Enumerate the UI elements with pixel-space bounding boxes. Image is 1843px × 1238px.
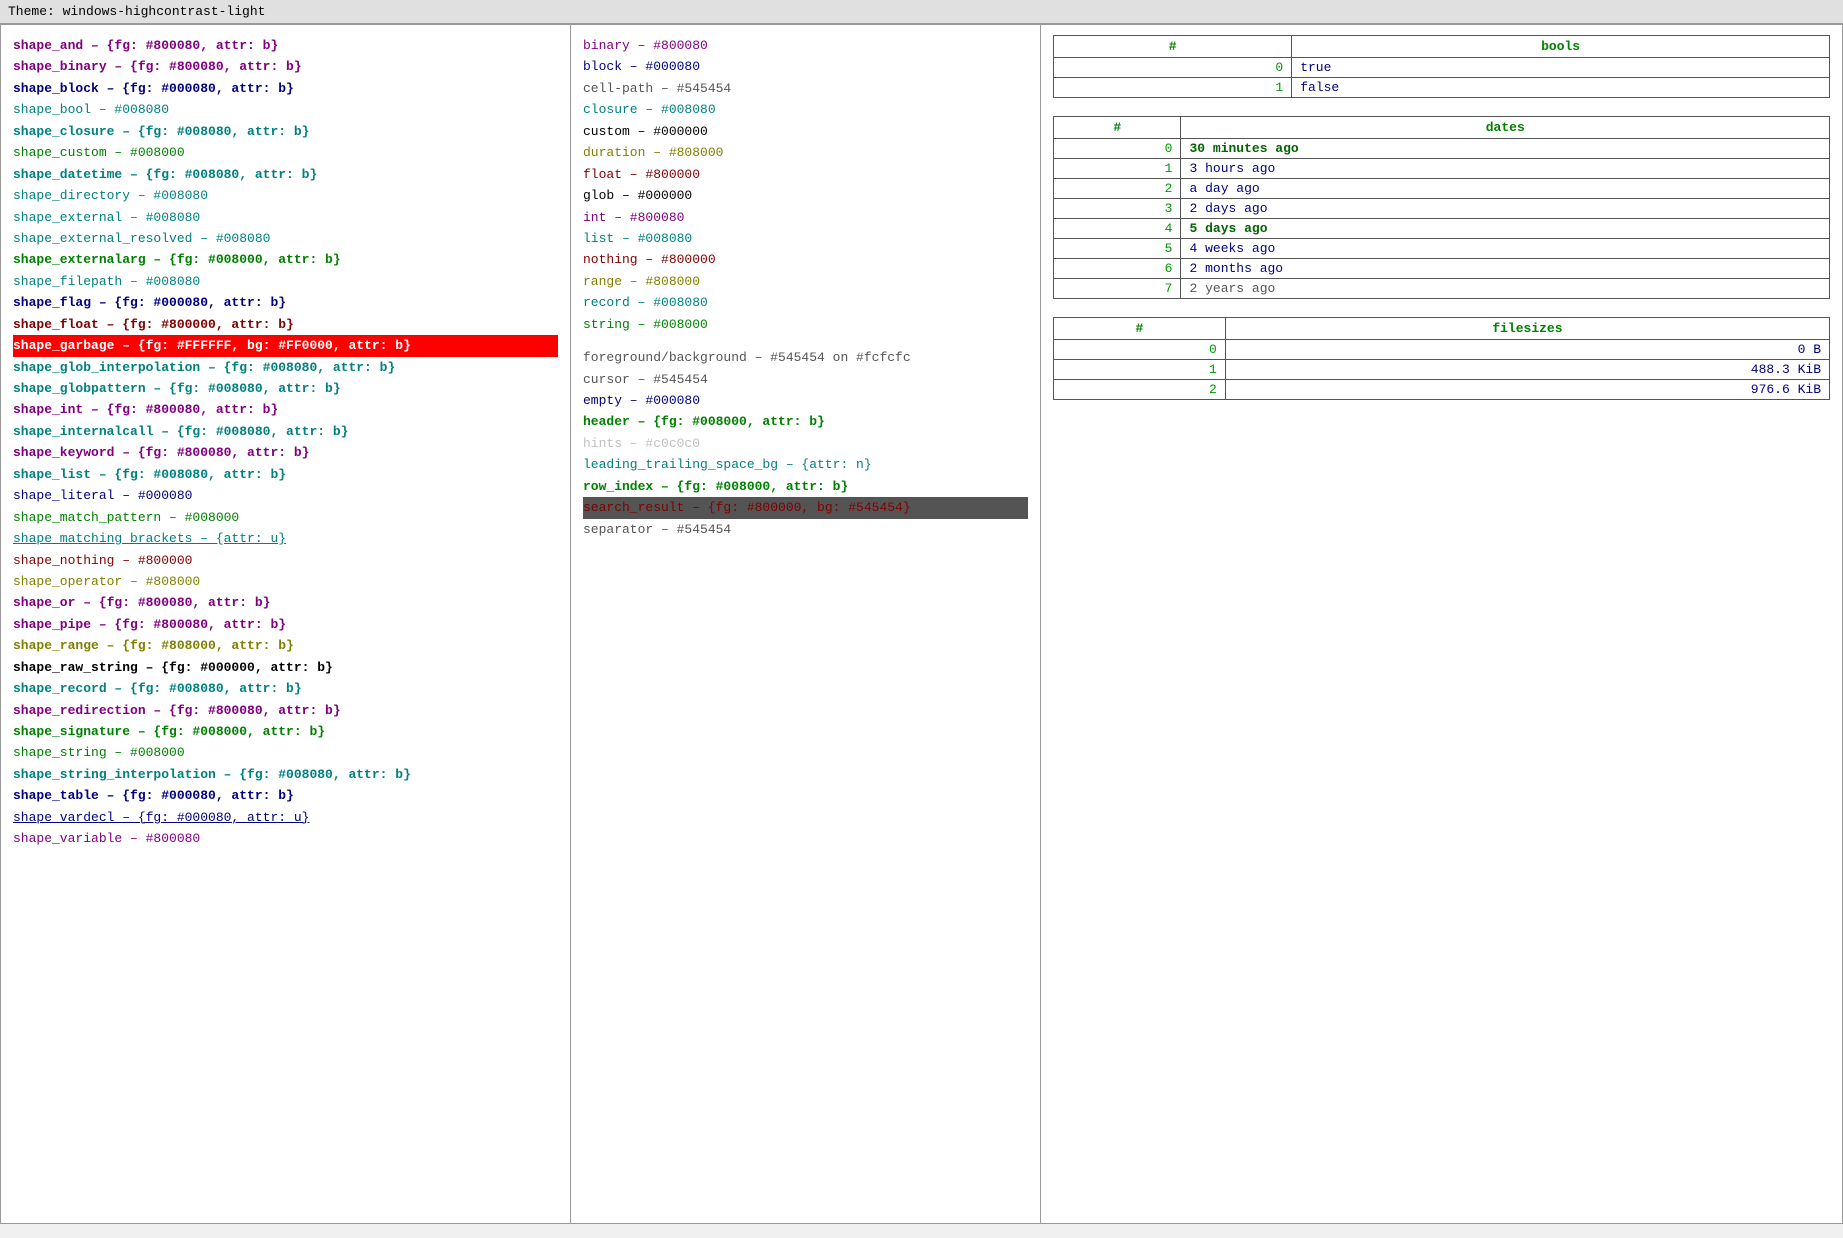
list-item: shape_closure – {fg: #008080, attr: b} (13, 121, 558, 142)
list-item: shape_float – {fg: #800000, attr: b} (13, 314, 558, 335)
list-item: binary – #800080 (583, 35, 1028, 56)
dates-val-header: dates (1181, 117, 1830, 139)
list-item: custom – #000000 (583, 121, 1028, 142)
list-item: shape_string – #008000 (13, 742, 558, 763)
bools-table-container: # bools 0true1false (1053, 35, 1830, 98)
list-item: shape_match_pattern – #008000 (13, 507, 558, 528)
table-row: 030 minutes ago (1054, 139, 1830, 159)
list-item: cursor – #545454 (583, 369, 1028, 390)
list-item: cell-path – #545454 (583, 78, 1028, 99)
list-item: float – #800000 (583, 164, 1028, 185)
list-item: range – #808000 (583, 271, 1028, 292)
dates-hash-header: # (1054, 117, 1181, 139)
list-item: shape_vardecl – {fg: #000080, attr: u} (13, 807, 558, 828)
table-row: 1false (1054, 78, 1830, 98)
list-item: shape_directory – #008080 (13, 185, 558, 206)
list-item: shape_binary – {fg: #800080, attr: b} (13, 56, 558, 77)
list-item: string – #008000 (583, 314, 1028, 335)
list-item: shape_table – {fg: #000080, attr: b} (13, 785, 558, 806)
list-item: shape_flag – {fg: #000080, attr: b} (13, 292, 558, 313)
list-item: shape_pipe – {fg: #800080, attr: b} (13, 614, 558, 635)
list-item: shape_block – {fg: #000080, attr: b} (13, 78, 558, 99)
list-item: shape_externalarg – {fg: #008000, attr: … (13, 249, 558, 270)
types-column: binary – #800080block – #000080cell-path… (571, 25, 1041, 1223)
theme-label: Theme: windows-highcontrast-light (0, 0, 1843, 24)
list-item: shape_datetime – {fg: #008080, attr: b} (13, 164, 558, 185)
filesizes-table: # filesizes 00 B1488.3 KiB2976.6 KiB (1053, 317, 1830, 400)
list-item: list – #008080 (583, 228, 1028, 249)
list-item: shape_record – {fg: #008080, attr: b} (13, 678, 558, 699)
dates-table-container: # dates 030 minutes ago13 hours ago2a da… (1053, 116, 1830, 299)
list-item: shape_raw_string – {fg: #000000, attr: b… (13, 657, 558, 678)
list-item: glob – #000000 (583, 185, 1028, 206)
list-item: shape_signature – {fg: #008000, attr: b} (13, 721, 558, 742)
list-item: record – #008080 (583, 292, 1028, 313)
table-row: 45 days ago (1054, 219, 1830, 239)
list-item: nothing – #800000 (583, 249, 1028, 270)
list-item: shape_custom – #008000 (13, 142, 558, 163)
list-item: closure – #008080 (583, 99, 1028, 120)
list-item: shape_list – {fg: #008080, attr: b} (13, 464, 558, 485)
list-item: header – {fg: #008000, attr: b} (583, 411, 1028, 432)
list-item: int – #800080 (583, 207, 1028, 228)
filesizes-table-container: # filesizes 00 B1488.3 KiB2976.6 KiB (1053, 317, 1830, 400)
list-item: shape_filepath – #008080 (13, 271, 558, 292)
list-item: shape_keyword – {fg: #800080, attr: b} (13, 442, 558, 463)
tables-column: # bools 0true1false # dates 030 minutes … (1041, 25, 1842, 1223)
table-row: 32 days ago (1054, 199, 1830, 219)
list-item: shape_glob_interpolation – {fg: #008080,… (13, 357, 558, 378)
table-row: 72 years ago (1054, 279, 1830, 299)
list-item: separator – #545454 (583, 519, 1028, 540)
list-item: search_result – {fg: #800000, bg: #54545… (583, 497, 1028, 518)
table-row: 2976.6 KiB (1054, 380, 1830, 400)
list-item: leading_trailing_space_bg – {attr: n} (583, 454, 1028, 475)
list-item: shape_external – #008080 (13, 207, 558, 228)
list-item: shape_literal – #000080 (13, 485, 558, 506)
bools-hash-header: # (1054, 36, 1292, 58)
list-item: shape_range – {fg: #808000, attr: b} (13, 635, 558, 656)
list-item: shape_garbage – {fg: #FFFFFF, bg: #FF000… (13, 335, 558, 356)
dates-table: # dates 030 minutes ago13 hours ago2a da… (1053, 116, 1830, 299)
list-item: hints – #c0c0c0 (583, 433, 1028, 454)
list-item: shape_redirection – {fg: #800080, attr: … (13, 700, 558, 721)
table-row: 2a day ago (1054, 179, 1830, 199)
list-item: shape_or – {fg: #800080, attr: b} (13, 592, 558, 613)
filesizes-val-header: filesizes (1225, 318, 1829, 340)
table-row: 00 B (1054, 340, 1830, 360)
filesizes-hash-header: # (1054, 318, 1226, 340)
list-item: shape_variable – #800080 (13, 828, 558, 849)
list-item: shape_string_interpolation – {fg: #00808… (13, 764, 558, 785)
bools-val-header: bools (1292, 36, 1830, 58)
table-row: 62 months ago (1054, 259, 1830, 279)
list-item: shape_operator – #808000 (13, 571, 558, 592)
list-item: shape_nothing – #800000 (13, 550, 558, 571)
list-item: shape_bool – #008080 (13, 99, 558, 120)
list-item: block – #000080 (583, 56, 1028, 77)
list-item: shape_external_resolved – #008080 (13, 228, 558, 249)
list-item: duration – #808000 (583, 142, 1028, 163)
list-item: row_index – {fg: #008000, attr: b} (583, 476, 1028, 497)
list-item: shape_matching_brackets – {attr: u} (13, 528, 558, 549)
list-item: shape_internalcall – {fg: #008080, attr:… (13, 421, 558, 442)
list-item: foreground/background – #545454 on #fcfc… (583, 347, 1028, 368)
table-row: 13 hours ago (1054, 159, 1830, 179)
table-row: 54 weeks ago (1054, 239, 1830, 259)
list-item: shape_and – {fg: #800080, attr: b} (13, 35, 558, 56)
list-item: shape_globpattern – {fg: #008080, attr: … (13, 378, 558, 399)
list-item: shape_int – {fg: #800080, attr: b} (13, 399, 558, 420)
table-row: 1488.3 KiB (1054, 360, 1830, 380)
list-item: empty – #000080 (583, 390, 1028, 411)
bools-table: # bools 0true1false (1053, 35, 1830, 98)
table-row: 0true (1054, 58, 1830, 78)
shapes-column: shape_and – {fg: #800080, attr: b}shape_… (1, 25, 571, 1223)
